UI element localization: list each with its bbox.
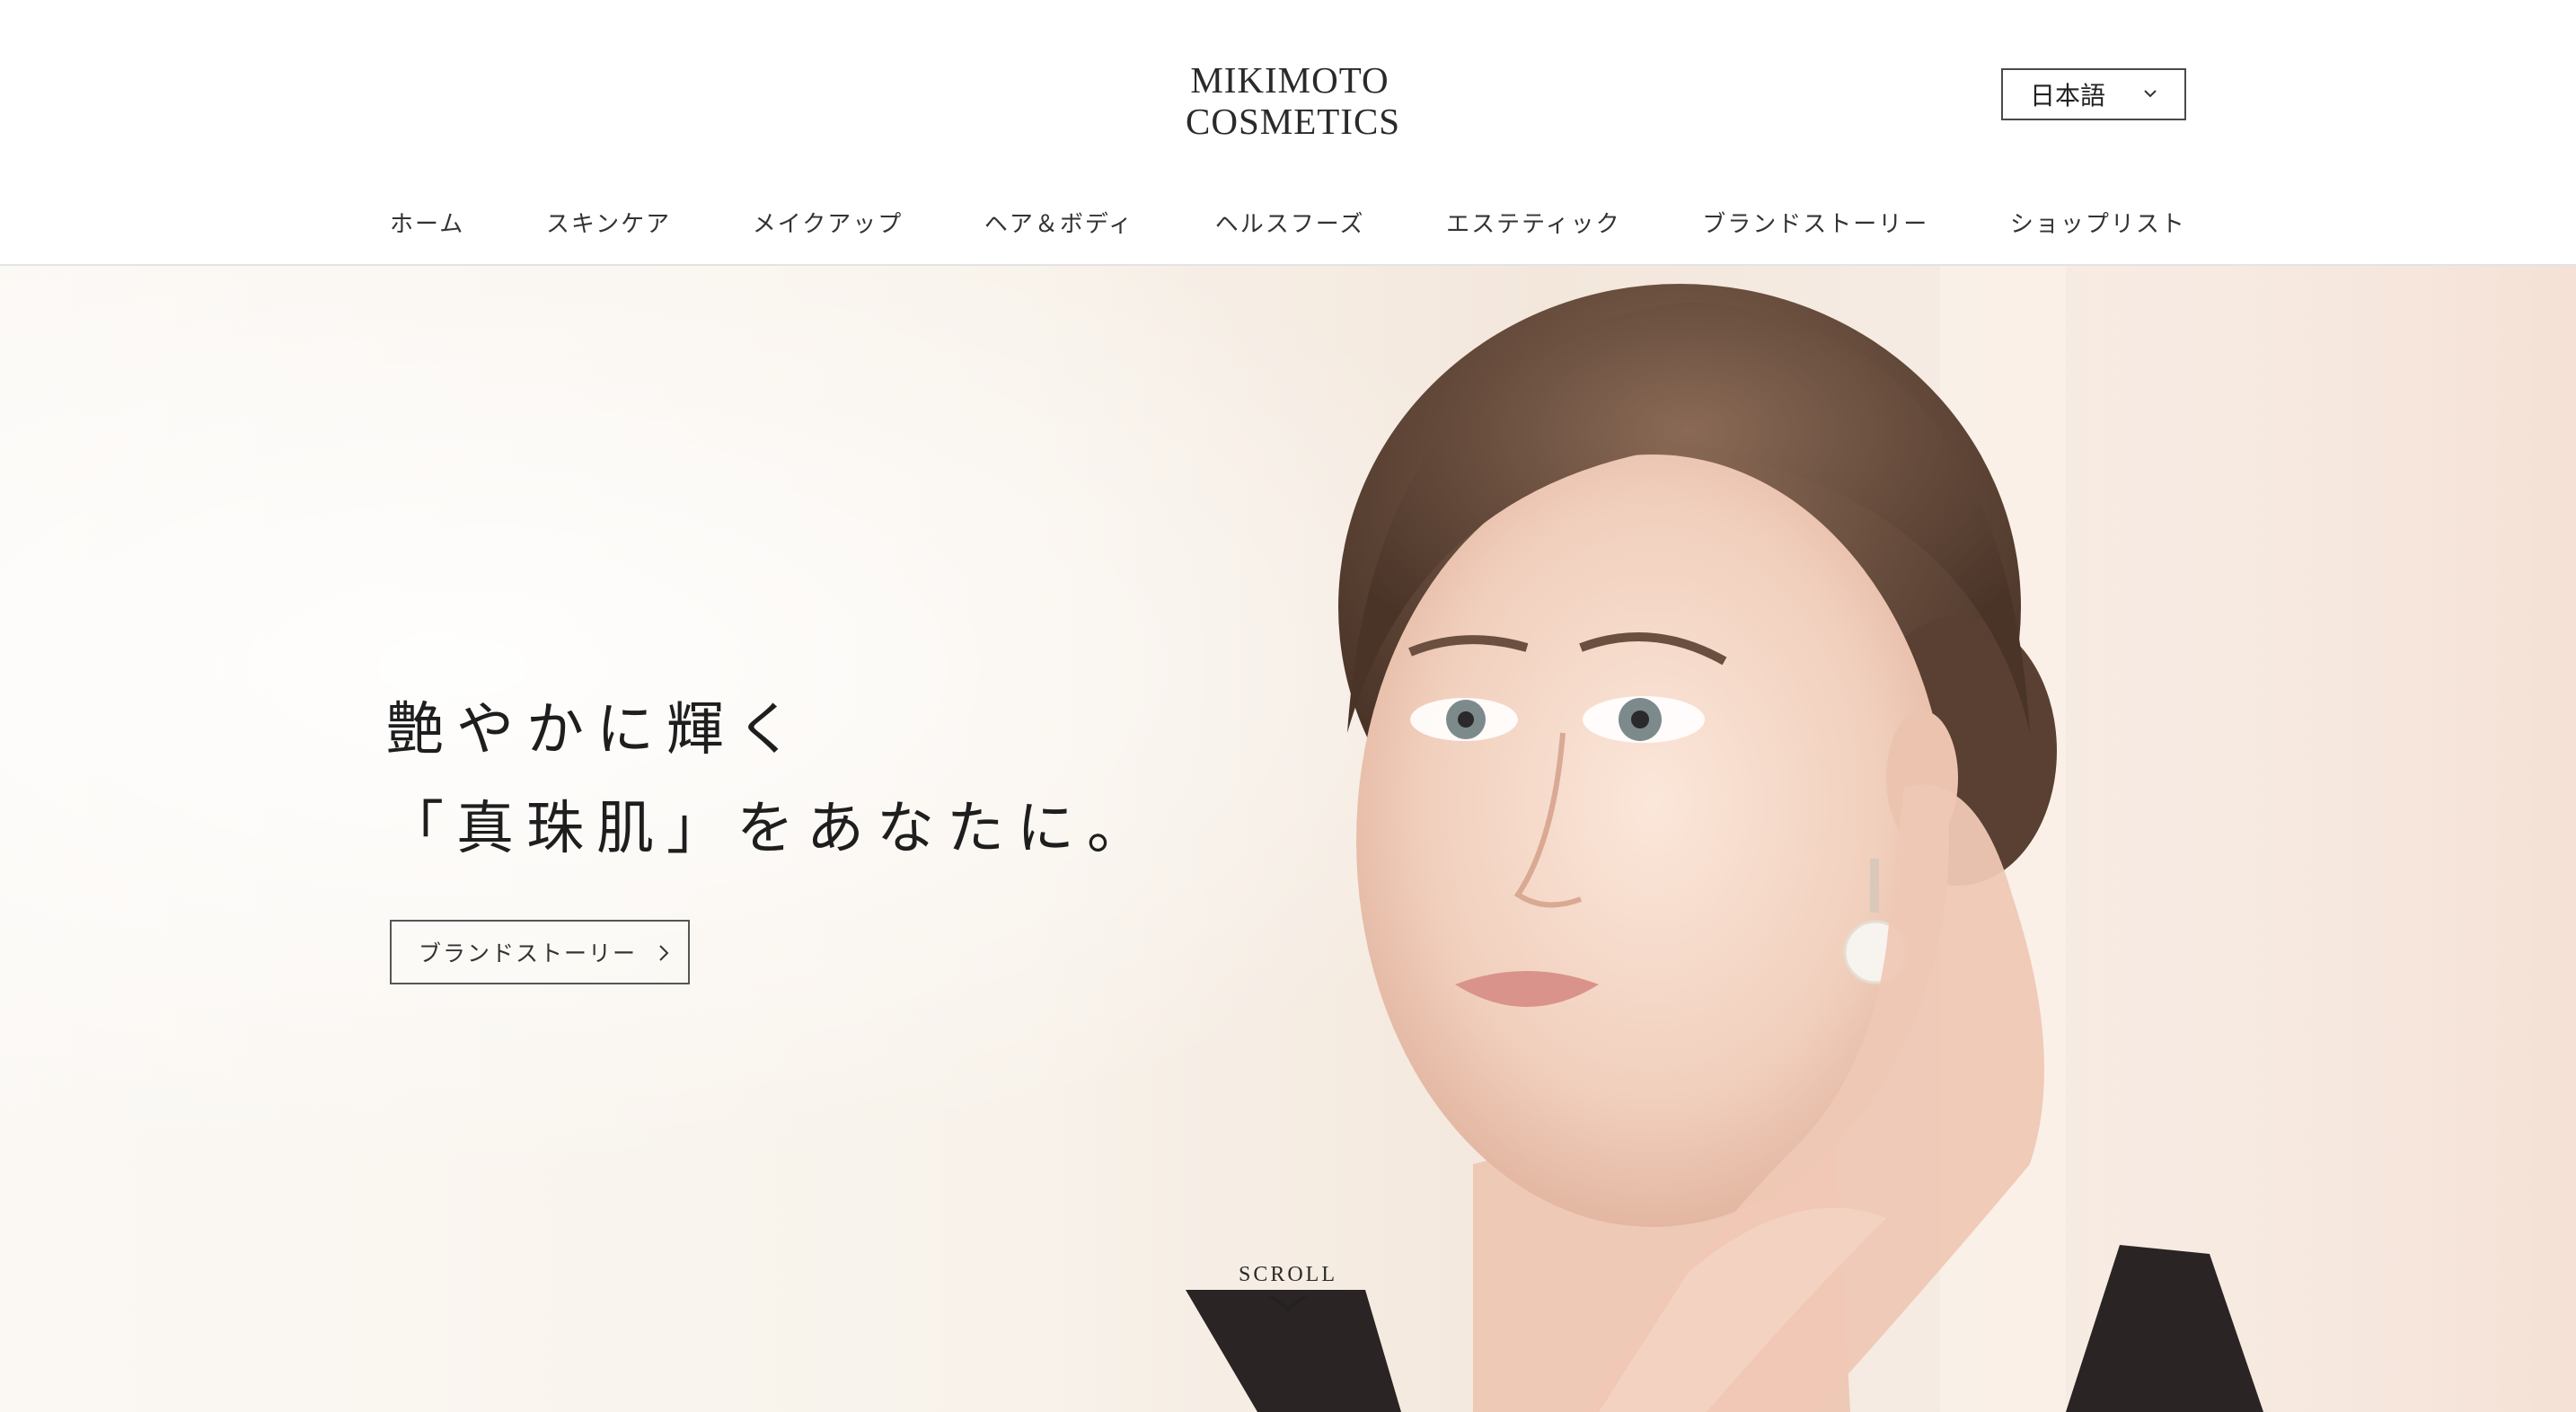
main-nav: ホーム スキンケア メイクアップ ヘア＆ボディ ヘルスフーズ エステティック ブ… — [390, 199, 2186, 244]
nav-item-esthetic[interactable]: エステティック — [1446, 206, 1620, 239]
brand-logo-line2: COSMETICS — [1186, 101, 1401, 142]
page: MIKIMOTO COSMETICS 日本語 ホーム スキンケア メイクアップ … — [0, 0, 2576, 1412]
nav-item-skincare[interactable]: スキンケア — [546, 206, 671, 239]
hero-headline-line1: 艶やかに輝く — [386, 697, 807, 763]
site-header: MIKIMOTO COSMETICS 日本語 ホーム スキンケア メイクアップ … — [0, 0, 2576, 266]
brand-logo[interactable]: MIKIMOTO COSMETICS — [1186, 59, 1401, 142]
brand-logo-line1: MIKIMOTO — [1190, 59, 1389, 101]
nav-item-home[interactable]: ホーム — [390, 206, 464, 239]
chevron-right-icon — [659, 945, 669, 961]
brand-story-button[interactable]: ブランドストーリー — [390, 920, 690, 984]
scroll-indicator[interactable]: SCROLL — [1231, 1263, 1345, 1312]
scroll-label: SCROLL — [1238, 1263, 1337, 1286]
language-select[interactable]: 日本語 — [2001, 68, 2186, 120]
hero-headline: 艶やかに輝く 「真珠肌」をあなたに。 — [386, 681, 1195, 878]
chevron-down-icon — [2144, 90, 2157, 98]
hero-section: 艶やかに輝く 「真珠肌」をあなたに。 ブランドストーリー SCROLL — [0, 266, 2576, 1412]
nav-item-hair-body[interactable]: ヘア＆ボディ — [984, 206, 1134, 239]
language-select-value: 日本語 — [2030, 81, 2106, 110]
nav-item-shop-list[interactable]: ショップリスト — [2010, 206, 2186, 239]
nav-item-makeup[interactable]: メイクアップ — [753, 206, 903, 239]
brand-story-button-label: ブランドストーリー — [419, 940, 638, 966]
nav-item-health-foods[interactable]: ヘルスフーズ — [1215, 206, 1365, 239]
nav-item-brand-story[interactable]: ブランドストーリー — [1702, 206, 1928, 239]
chevron-down-icon — [1269, 1294, 1307, 1311]
hero-headline-line2: 「真珠肌」をあなたに。 — [386, 796, 1157, 862]
